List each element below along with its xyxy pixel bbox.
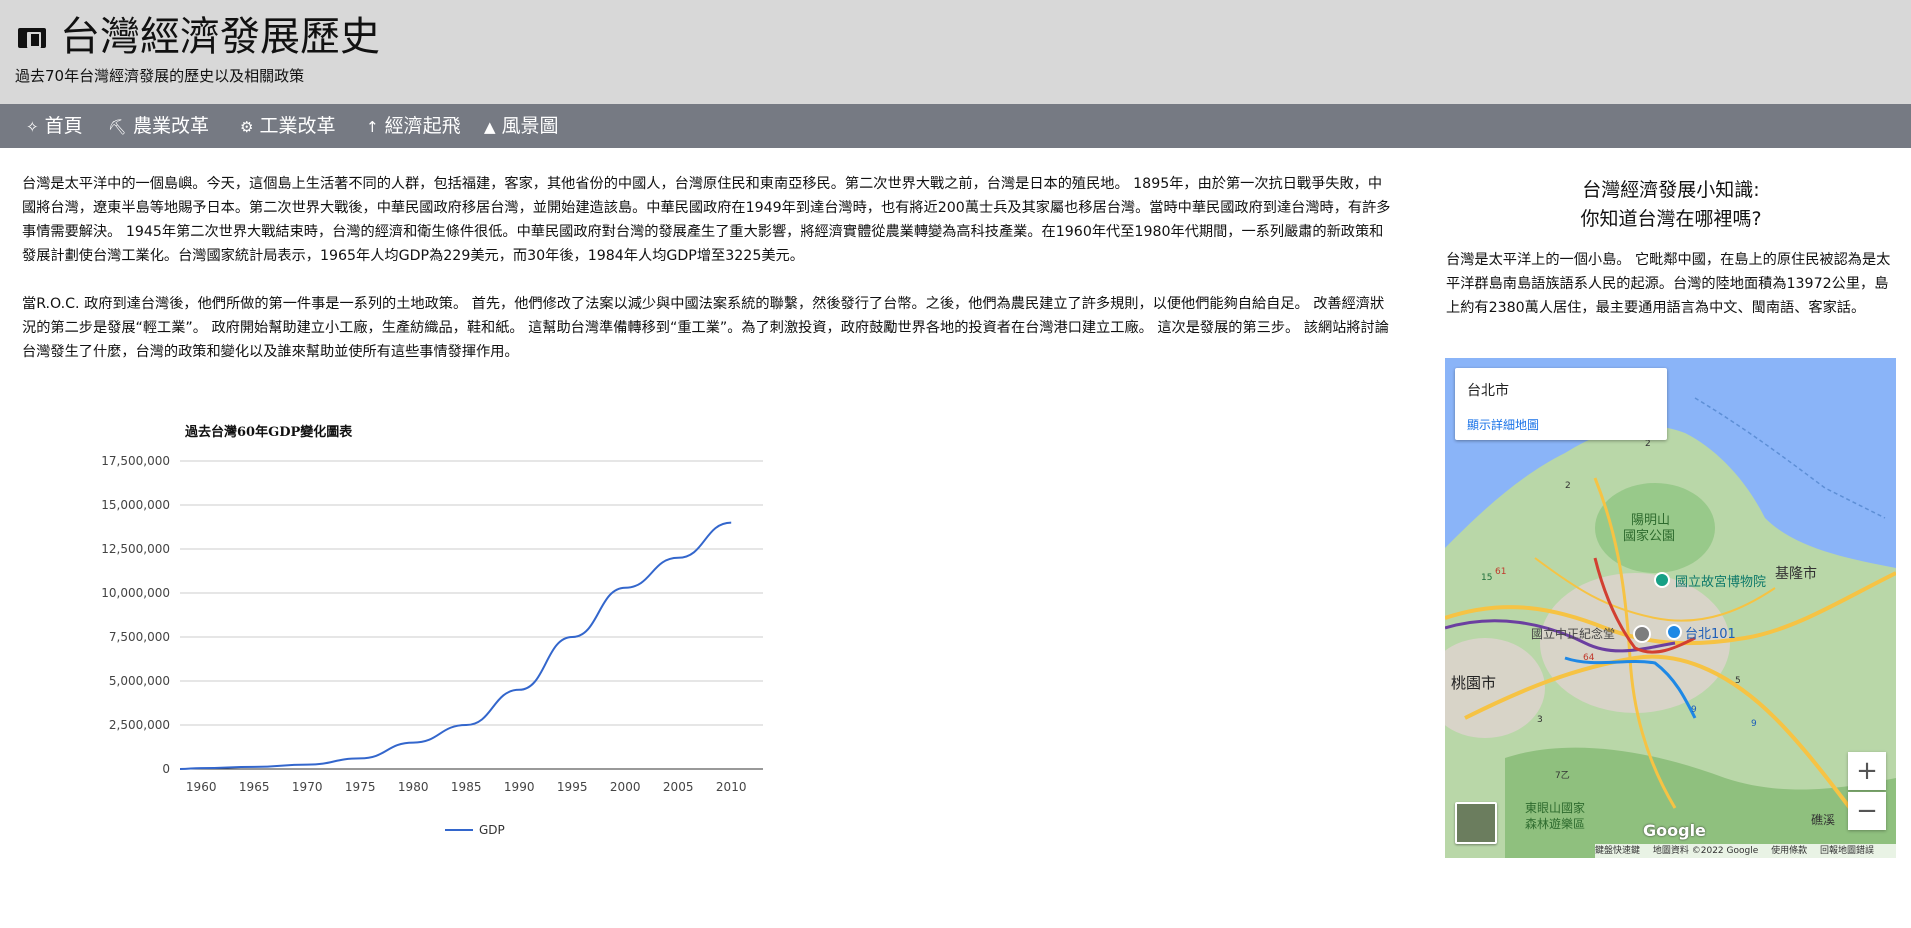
nav-item-landscape[interactable]: ▲ 風景圖: [484, 104, 559, 148]
nav-item-home[interactable]: ✧ 首頁: [26, 104, 83, 148]
legend-label: GDP: [479, 823, 505, 837]
x-tick-label: 1965: [239, 780, 270, 794]
y-tick-label: 7,500,000: [109, 630, 170, 644]
map-marker[interactable]: [1666, 624, 1682, 640]
map-road-number: 64: [1583, 653, 1595, 663]
nav-item-agriculture[interactable]: ⛏ 農業改革: [108, 104, 209, 148]
factory-icon: ⚙: [240, 118, 254, 136]
report-error-link[interactable]: 回報地圖錯誤: [1820, 846, 1874, 856]
main-content: 台灣是太平洋中的一個島嶼。今天，這個島上生活著不同的人群，包括福建，客家，其他省…: [22, 172, 1394, 388]
map-label: 國立中正紀念堂: [1531, 626, 1615, 641]
map-label: 國立故宮博物院: [1675, 574, 1766, 590]
landscape-icon: ▲: [484, 118, 496, 136]
google-logo: Google: [1643, 821, 1706, 840]
site-title: 台灣經濟發展歷史: [60, 14, 380, 60]
book-icon: [18, 28, 46, 48]
x-tick-label: 1985: [451, 780, 482, 794]
map-road-number: 2: [1565, 481, 1571, 491]
nav-item-label: 工業改革: [259, 115, 336, 137]
gdp-chart-svg: 過去台灣60年GDP變化圖表 0 2,500,000 5,000,000 7,500,0…: [101, 424, 763, 837]
map-road-number: 9: [1691, 705, 1697, 715]
map-road-number: 9: [1751, 719, 1757, 729]
y-tick-label: 12,500,000: [101, 542, 170, 556]
view-larger-map-link[interactable]: 顯示詳細地圖: [1467, 416, 1539, 433]
map-road-number: 3: [1537, 715, 1543, 725]
site-subtitle: 過去70年台灣經濟發展的歷史以及相關政策: [15, 67, 305, 85]
nav-item-label: 首頁: [44, 115, 83, 137]
sidebar-title-line2: 你知道台灣在哪裡嗎?: [1580, 208, 1762, 230]
y-tick-label: 17,500,000: [101, 454, 170, 468]
map-road-number: 15: [1481, 573, 1492, 583]
nav-item-label: 風景圖: [501, 115, 559, 137]
map-road-number: 7乙: [1555, 770, 1570, 781]
rocket-icon: ↑: [366, 118, 379, 136]
x-tick-label: 1960: [186, 780, 217, 794]
map-label: 礁溪: [1811, 812, 1835, 827]
gdp-chart: 過去台灣60年GDP變化圖表 0 2,500,000 5,000,000 7,500,0…: [95, 414, 785, 854]
y-tick-label: 2,500,000: [109, 718, 170, 732]
chart-title: 過去台灣60年GDP變化圖表: [184, 424, 353, 440]
map-road-number: 5: [1735, 676, 1741, 686]
site-header: 台灣經濟發展歷史 過去70年台灣經濟發展的歷史以及相關政策: [0, 0, 1911, 104]
map-label: 基隆市: [1775, 565, 1817, 582]
x-tick-label: 1990: [504, 780, 535, 794]
map-marker[interactable]: [1654, 572, 1670, 588]
map-road-number: 61: [1495, 567, 1506, 577]
sidebar-facts: 台灣經濟發展小知識: 你知道台灣在哪裡嗎? 台灣是太平洋上的一個小島。 它毗鄰中…: [1446, 176, 1896, 320]
sidebar-title-line1: 台灣經濟發展小知識:: [1582, 179, 1760, 201]
x-tick-label: 1995: [557, 780, 588, 794]
map-label: 台北101: [1685, 627, 1736, 642]
map-footer: 鍵盤快速鍵 地圖資料 ©2022 Google 使用條款 回報地圖錯誤: [1595, 844, 1896, 858]
map-place-name: 台北市: [1467, 383, 1509, 399]
x-tick-label: 1975: [345, 780, 376, 794]
y-tick-label: 10,000,000: [101, 586, 170, 600]
policy-paragraph: 當R.O.C. 政府到達台灣後，他們所做的第一件事是一系列的土地政策。 首先，他…: [22, 296, 1389, 360]
map-layer-toggle[interactable]: [1455, 802, 1497, 844]
sidebar-text: 台灣是太平洋上的一個小島。 它毗鄰中國，在島上的原住民被認為是太平洋群島南島語族…: [1446, 252, 1891, 316]
nav-item-label: 經濟起飛: [384, 115, 461, 137]
map-label: 東眼山國家: [1525, 800, 1585, 815]
map-data-credit: 地圖資料 ©2022 Google: [1652, 846, 1759, 856]
zoom-in-button[interactable]: +: [1848, 752, 1886, 790]
tractor-icon: ⛏: [108, 118, 128, 136]
x-tick-label: 2010: [716, 780, 747, 794]
map-label: 桃園市: [1451, 674, 1496, 692]
nav-item-label: 農業改革: [133, 115, 210, 137]
y-tick-label: 15,000,000: [101, 498, 170, 512]
intro-paragraph: 台灣是太平洋中的一個島嶼。今天，這個島上生活著不同的人群，包括福建，客家，其他省…: [22, 176, 1391, 264]
map-label: 陽明山: [1631, 513, 1670, 528]
x-tick-label: 1970: [292, 780, 323, 794]
map-road-number: 2: [1645, 439, 1651, 449]
x-tick-label: 2000: [610, 780, 641, 794]
x-tick-label: 2005: [663, 780, 694, 794]
y-tick-label: 5,000,000: [109, 674, 170, 688]
map-marker[interactable]: [1633, 625, 1651, 643]
nav-item-economic-takeoff[interactable]: ↑ 經濟起飛: [366, 104, 461, 148]
nav-item-industry[interactable]: ⚙ 工業改革: [240, 104, 335, 148]
terms-link[interactable]: 使用條款: [1771, 846, 1807, 856]
embedded-map[interactable]: 陽明山 國家公園 基隆市 國立故宮博物院 國立中正紀念堂 台北101 桃園市 東…: [1445, 358, 1896, 858]
x-tick-label: 1980: [398, 780, 429, 794]
gdp-series-line: [179, 521, 732, 770]
y-tick-label: 0: [162, 762, 170, 776]
feather-icon: ✧: [26, 118, 39, 136]
map-label: 森林遊樂區: [1525, 816, 1585, 831]
map-label: 國家公園: [1623, 528, 1675, 544]
top-navigation: ✧ 首頁 ⛏ 農業改革 ⚙ 工業改革 ↑ 經濟起飛 ▲ 風景圖: [0, 104, 1911, 148]
keyboard-shortcuts-link[interactable]: 鍵盤快速鍵: [1595, 846, 1640, 856]
map-place-card: 台北市 顯示詳細地圖: [1455, 368, 1667, 440]
zoom-out-button[interactable]: −: [1848, 792, 1886, 830]
